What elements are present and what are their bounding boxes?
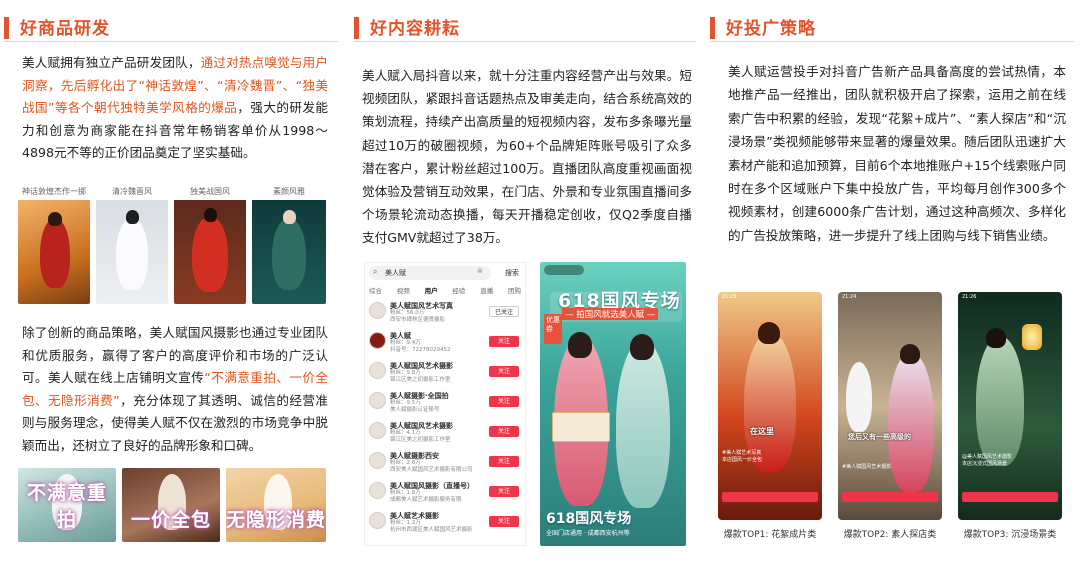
content-paragraph: 美人赋入局抖音以来，就十分注重内容经营产出与效果。短视频团队，紧跟抖音话题热点及… [362,68,692,246]
header-accent-bar [4,17,9,39]
account-row[interactable]: 美人赋摄影·全国拍 粉丝：9.5万 美人赋摄影认证账号 关注 [365,389,525,413]
avatar [369,512,386,529]
account-row[interactable]: 美人赋摄影西安 粉丝：2.6万 西安美人赋国风艺术摄影有限公司 关注 [365,449,525,473]
account-row[interactable]: 美人赋国风艺术摄影 粉丝：9.8万 锦江区美之初摄影工作室 关注 [365,359,525,383]
avatar [369,422,386,439]
paragraph-text: 美人赋拥有独立产品研发团队， [22,55,201,70]
avatar [369,482,386,499]
poster-bottom-sub: 全国门店通用 · 成都西安杭州等 [546,530,630,537]
video-overlay-text: 在这里 [750,427,774,436]
video-thumb-2[interactable]: 21:24 您后又有一些高级的 #美人赋国风艺术摄影 [838,292,942,520]
video-thumb-1[interactable]: 21:23 在这里 #美人赋艺术写真 本店国风一价全包 [718,292,822,520]
search-input[interactable]: 美人赋 [385,268,406,278]
avatar [369,362,386,379]
section-title: 好商品研发 [20,19,110,39]
follow-button[interactable]: 关注 [489,516,519,527]
account-meta: 粉丝：56.0万 西安市碑林区德贤摄影 [390,310,446,323]
follow-button[interactable]: 已关注 [489,306,519,317]
avatar [369,332,386,349]
follow-button[interactable]: 关注 [489,366,519,377]
section-header: 好内容耕耘 [354,14,696,42]
section-title: 好内容耕耘 [370,19,460,39]
poster-bottom-title: 618国风专场 [546,511,632,527]
video-thumb-3[interactable]: 21:26 @美人赋国风艺术摄影 本店沉浸式国风场景 [958,292,1062,520]
photo-caption: 素颜风雅 [273,187,305,196]
tab-0[interactable]: 综合 [369,285,382,297]
tab-2[interactable]: 用户 [425,285,438,297]
promise-banner-1: 不满意重拍 [18,468,116,542]
search-button[interactable]: 搜索 [505,268,519,278]
tab-4[interactable]: 直播 [480,285,493,297]
follow-button[interactable]: 关注 [489,396,519,407]
section-title: 好投广策略 [726,19,816,39]
photo-caption: 神话敦煌杰作一掷 [22,187,86,196]
section-header: 好投广策略 [710,14,1074,42]
follow-button[interactable]: 关注 [489,486,519,497]
product-photo-4: 素颜风雅 [252,178,326,304]
banner-text: 不满意重拍 [26,482,107,531]
follow-button[interactable]: 关注 [489,336,519,347]
account-row[interactable]: 美人赋艺术摄影 粉丝：1.2万 杭州市西湖区美人赋国风艺术摄影 关注 [365,509,525,533]
account-row[interactable]: 美人赋国风艺术写真 粉丝：56.0万 西安市碑林区德贤摄影 已关注 [365,299,525,323]
account-meta: 粉丝：4.1万 锦江区美之初摄影工作室 [390,430,451,443]
account-meta: 粉丝：2.6万 西安美人赋国风艺术摄影有限公司 [390,460,473,473]
photo-caption: 独美战国风 [190,187,230,196]
photo-caption: 清冷魏晋风 [112,187,152,196]
header-accent-bar [710,17,715,39]
product-photo-2: 清冷魏晋风 [96,178,168,304]
product-photo-3: 独美战国风 [174,178,246,304]
account-meta: 粉丝：9.5万 美人赋摄影认证账号 [390,400,440,413]
live-poster-618: 618国风专场 — 拍国风就选美人赋 — 优惠券 618国风专场 全国门店通用 … [540,262,686,546]
avatar [369,392,386,409]
account-meta: 粉丝：9.8万 锦江区美之初摄影工作室 [390,370,451,383]
douyin-user-search-screen: ⌕ 美人赋 ⊗ 搜索 综合 视频 用户 经验 直播 团购 美人赋国风艺术写真 粉丝：56.0… [364,262,526,546]
banner-text: 一价全包 [130,509,211,531]
service-paragraph: 除了创新的商品策略，美人赋国风摄影也通过专业团队和优质服务，赢得了客户的高度评价… [22,322,328,457]
tab-1[interactable]: 视频 [397,285,410,297]
product-photo-1: 神话敦煌杰作一掷 [18,178,90,304]
header-accent-bar [354,17,359,39]
avatar [369,452,386,469]
video-caption-3: 爆款TOP3: 沉浸场景类 [963,530,1057,540]
promise-banner-3: 无隐形消费 [226,468,326,542]
product-paragraph: 美人赋拥有独立产品研发团队，通过对热点嗅觉与用户洞察，先后孵化出了“神话敦煌”、… [22,52,328,165]
poster-subtitle: — 拍国风就选美人赋 — [562,308,659,320]
account-meta: 粉丝：1.8万 成都美人赋艺术摄影服务有限 [390,490,462,503]
promise-banner-2: 一价全包 [122,468,220,542]
ads-paragraph: 美人赋运营投手对抖音广告新产品具备高度的尝试热情，本地推产品一经推出，团队就积极… [728,64,1066,243]
avatar [369,302,386,319]
account-row[interactable]: 美人赋国风艺术摄影 粉丝：4.1万 锦江区美之初摄影工作室 关注 [365,419,525,443]
search-tabs: 综合 视频 用户 经验 直播 团购 [369,285,521,297]
host-avatar [544,265,584,275]
follow-button[interactable]: 关注 [489,426,519,437]
account-row[interactable]: 美人赋国风摄影（直播号） 粉丝：1.8万 成都美人赋艺术摄影服务有限 关注 [365,479,525,503]
banner-text: 无隐形消费 [226,509,326,531]
search-icon: ⌕ [373,267,378,276]
tab-3[interactable]: 经验 [452,285,465,297]
account-meta: 粉丝：9.4万 抖音号：72278029452 [390,340,451,353]
follow-button[interactable]: 关注 [489,456,519,467]
section-header: 好商品研发 [4,14,338,42]
clear-icon[interactable]: ⊗ [477,267,483,275]
video-caption-1: 爆款TOP1: 花絮成片类 [723,530,817,540]
tab-5[interactable]: 团购 [508,285,521,297]
account-row[interactable]: 美人赋 粉丝：9.4万 抖音号：72278029452 关注 [365,329,525,353]
coupon-badge[interactable]: 优惠券 [544,314,562,344]
video-overlay-text: 您后又有一些高级的 [848,433,911,441]
column-product-dev: 好商品研发 美人赋拥有独立产品研发团队，通过对热点嗅觉与用户洞察，先后孵化出了“… [0,0,344,566]
account-meta: 粉丝：1.2万 杭州市西湖区美人赋国风艺术摄影 [390,520,473,533]
video-caption-2: 爆款TOP2: 素人探店类 [843,530,937,540]
